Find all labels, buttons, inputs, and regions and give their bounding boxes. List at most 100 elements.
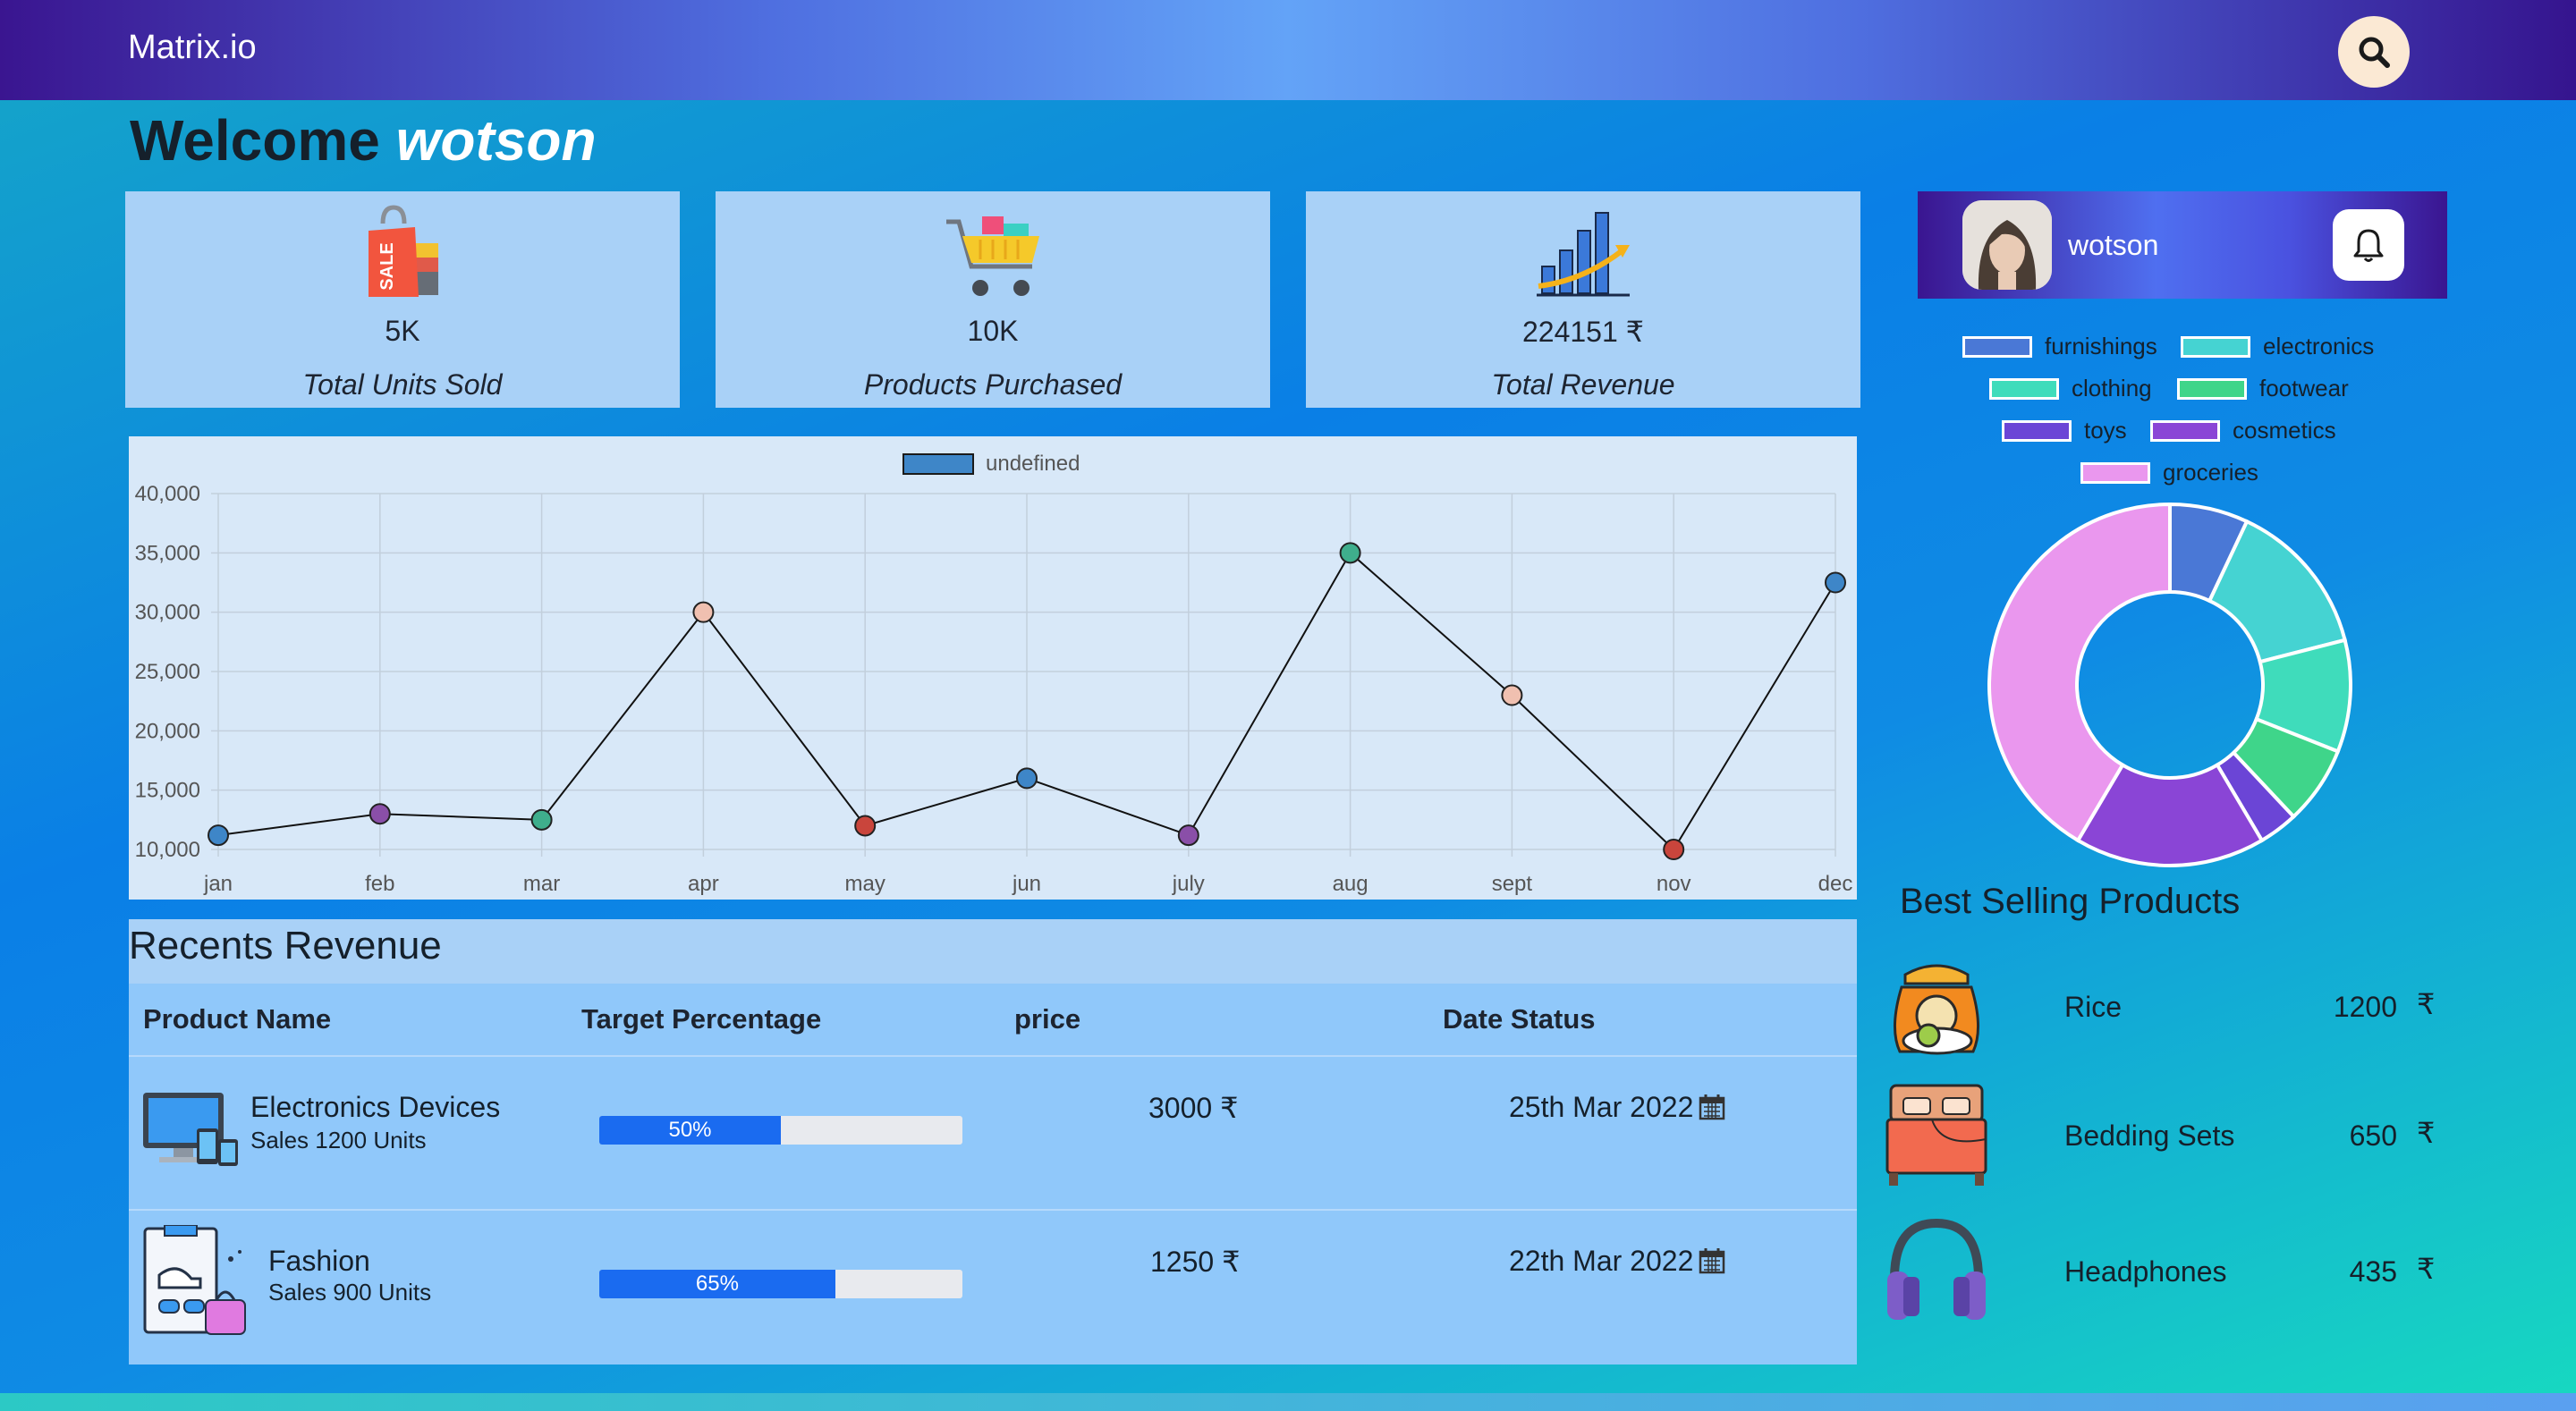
units-sold-value: 5K [385,315,420,347]
legend-label: undefined [986,452,1080,476]
data-point [854,815,877,837]
data-point [208,824,229,847]
growth-chart-icon [1537,212,1630,297]
best-item-price: 650 [2349,1120,2397,1152]
best-item-price: 1200 [2333,991,2397,1023]
search-button[interactable] [2338,16,2410,88]
svg-text:SALE: SALE [377,242,397,290]
stat-card-products-purchased: 10K Products Purchased [716,191,1270,408]
table-divider [129,1055,1857,1057]
notifications-button[interactable] [2333,209,2404,281]
revenue-title-bar: Recents Revenue [129,919,1857,984]
product-price: 1250 ₹ [1150,1246,1241,1278]
column-header-product-name[interactable]: Product Name [143,1003,331,1035]
rice-sack-icon [1893,964,1980,1055]
x-tick-label: jan [203,872,233,896]
data-point [530,808,553,831]
column-header-target-percentage[interactable]: Target Percentage [581,1003,821,1035]
legend-label: furnishings [2045,333,2157,359]
stat-card-total-revenue: 224151 ₹ Total Revenue [1306,191,1860,408]
progress-fill: 65% [599,1270,835,1298]
legend-label: electronics [2263,333,2375,359]
data-point [1016,767,1038,790]
x-tick-label: sept [1492,872,1533,896]
footer-bar [0,1393,2576,1411]
legend-label: cosmetics [2233,417,2336,444]
product-sales: Sales 1200 Units [250,1127,427,1153]
data-point [692,601,715,623]
x-tick-label: july [1172,872,1205,896]
data-point [369,803,391,825]
welcome-username: wotson [395,108,597,173]
brand-logo[interactable]: Matrix.io [128,29,257,67]
progress-fill: 50% [599,1116,781,1145]
shopping-bag-sale-icon: SALE [369,205,438,297]
legend-swatch [2177,377,2247,400]
legend-item-groceries[interactable]: groceries [2080,459,2258,486]
legend-swatch [2181,335,2250,358]
avatar[interactable] [1962,200,2052,290]
date-status: 25th Mar 2022 [1509,1091,1725,1124]
x-tick-label: nov [1657,872,1691,896]
legend-swatch [1962,335,2032,358]
x-tick-label: mar [523,872,560,896]
y-tick-label: 40,000 [135,482,200,506]
sales-line-chart: undefined 40,000 35,000 30,000 25,000 20,000 1… [129,436,1857,900]
calendar-icon [1699,1094,1725,1120]
target-progress-bar: 65% [599,1270,962,1298]
rupee-icon: ₹ [2417,1253,2436,1285]
best-item-name: Bedding Sets [2064,1120,2235,1152]
products-purchased-label: Products Purchased [863,368,1123,401]
legend-item-electronics[interactable]: electronics [2181,333,2374,360]
recents-revenue-panel: Recents Revenue Product Name Target Perc… [129,919,1857,1365]
y-tick-label: 10,000 [135,838,200,862]
welcome-heading: Welcome wotson [130,107,597,173]
column-header-date-status[interactable]: Date Status [1443,1003,1596,1035]
target-progress-bar: 50% [599,1116,962,1145]
y-tick-label: 30,000 [135,601,200,625]
data-point [1177,824,1199,847]
user-avatar-image [1962,200,2052,290]
stat-card-units-sold: SALE 5K Total Units Sold [125,191,680,408]
data-point [1339,542,1361,564]
column-header-price[interactable]: price [1014,1003,1080,1035]
y-tick-label: 20,000 [135,719,200,743]
legend-item-furnishings[interactable]: furnishings [1962,333,2157,360]
product-name: Electronics Devices [250,1091,501,1123]
welcome-text: Welcome [130,108,380,173]
legend-label: toys [2084,417,2127,444]
best-item-price: 435 [2349,1255,2397,1288]
rupee-icon: ₹ [2417,1117,2436,1149]
legend-item-cosmetics[interactable]: cosmetics [2150,417,2336,444]
total-revenue-value: 224151 ₹ [1521,316,1645,348]
computer-devices-icon [143,1093,238,1166]
y-tick-label: 25,000 [135,660,200,684]
legend-item-toys[interactable]: toys [2002,417,2127,444]
x-tick-label: feb [365,872,394,896]
search-icon [2359,37,2390,68]
best-selling-item[interactable]: Rice 1200 ₹ [1878,948,2451,1064]
product-name: Fashion [268,1245,370,1277]
date-status: 22th Mar 2022 [1509,1245,1725,1278]
legend-item-footwear[interactable]: footwear [2177,375,2349,402]
legend-swatch [2150,419,2220,442]
date-text: 22th Mar 2022 [1509,1245,1694,1277]
legend-label: footwear [2259,375,2349,401]
line-chart-svg: undefined 40,000 35,000 30,000 25,000 20,000 1… [135,452,1853,896]
data-point [1501,684,1523,706]
legend-label: clothing [2072,375,2152,401]
top-navbar: Matrix.io [0,0,2576,100]
best-item-name: Headphones [2064,1255,2227,1288]
revenue-title: Recents Revenue [129,924,442,967]
best-selling-item[interactable]: Bedding Sets 650 ₹ [1878,1077,2451,1193]
best-item-name: Rice [2064,991,2123,1023]
bed-icon [1885,1084,1987,1186]
calendar-icon [1699,1248,1725,1274]
shopping-cart-icon [946,216,1039,296]
legend-item-clothing[interactable]: clothing [1989,375,2152,402]
product-sales: Sales 900 Units [268,1279,432,1305]
legend-swatch [1989,377,2059,400]
best-selling-item[interactable]: Headphones 435 ₹ [1878,1212,2451,1329]
legend-swatch [902,453,974,475]
x-tick-label: dec [1818,872,1853,896]
